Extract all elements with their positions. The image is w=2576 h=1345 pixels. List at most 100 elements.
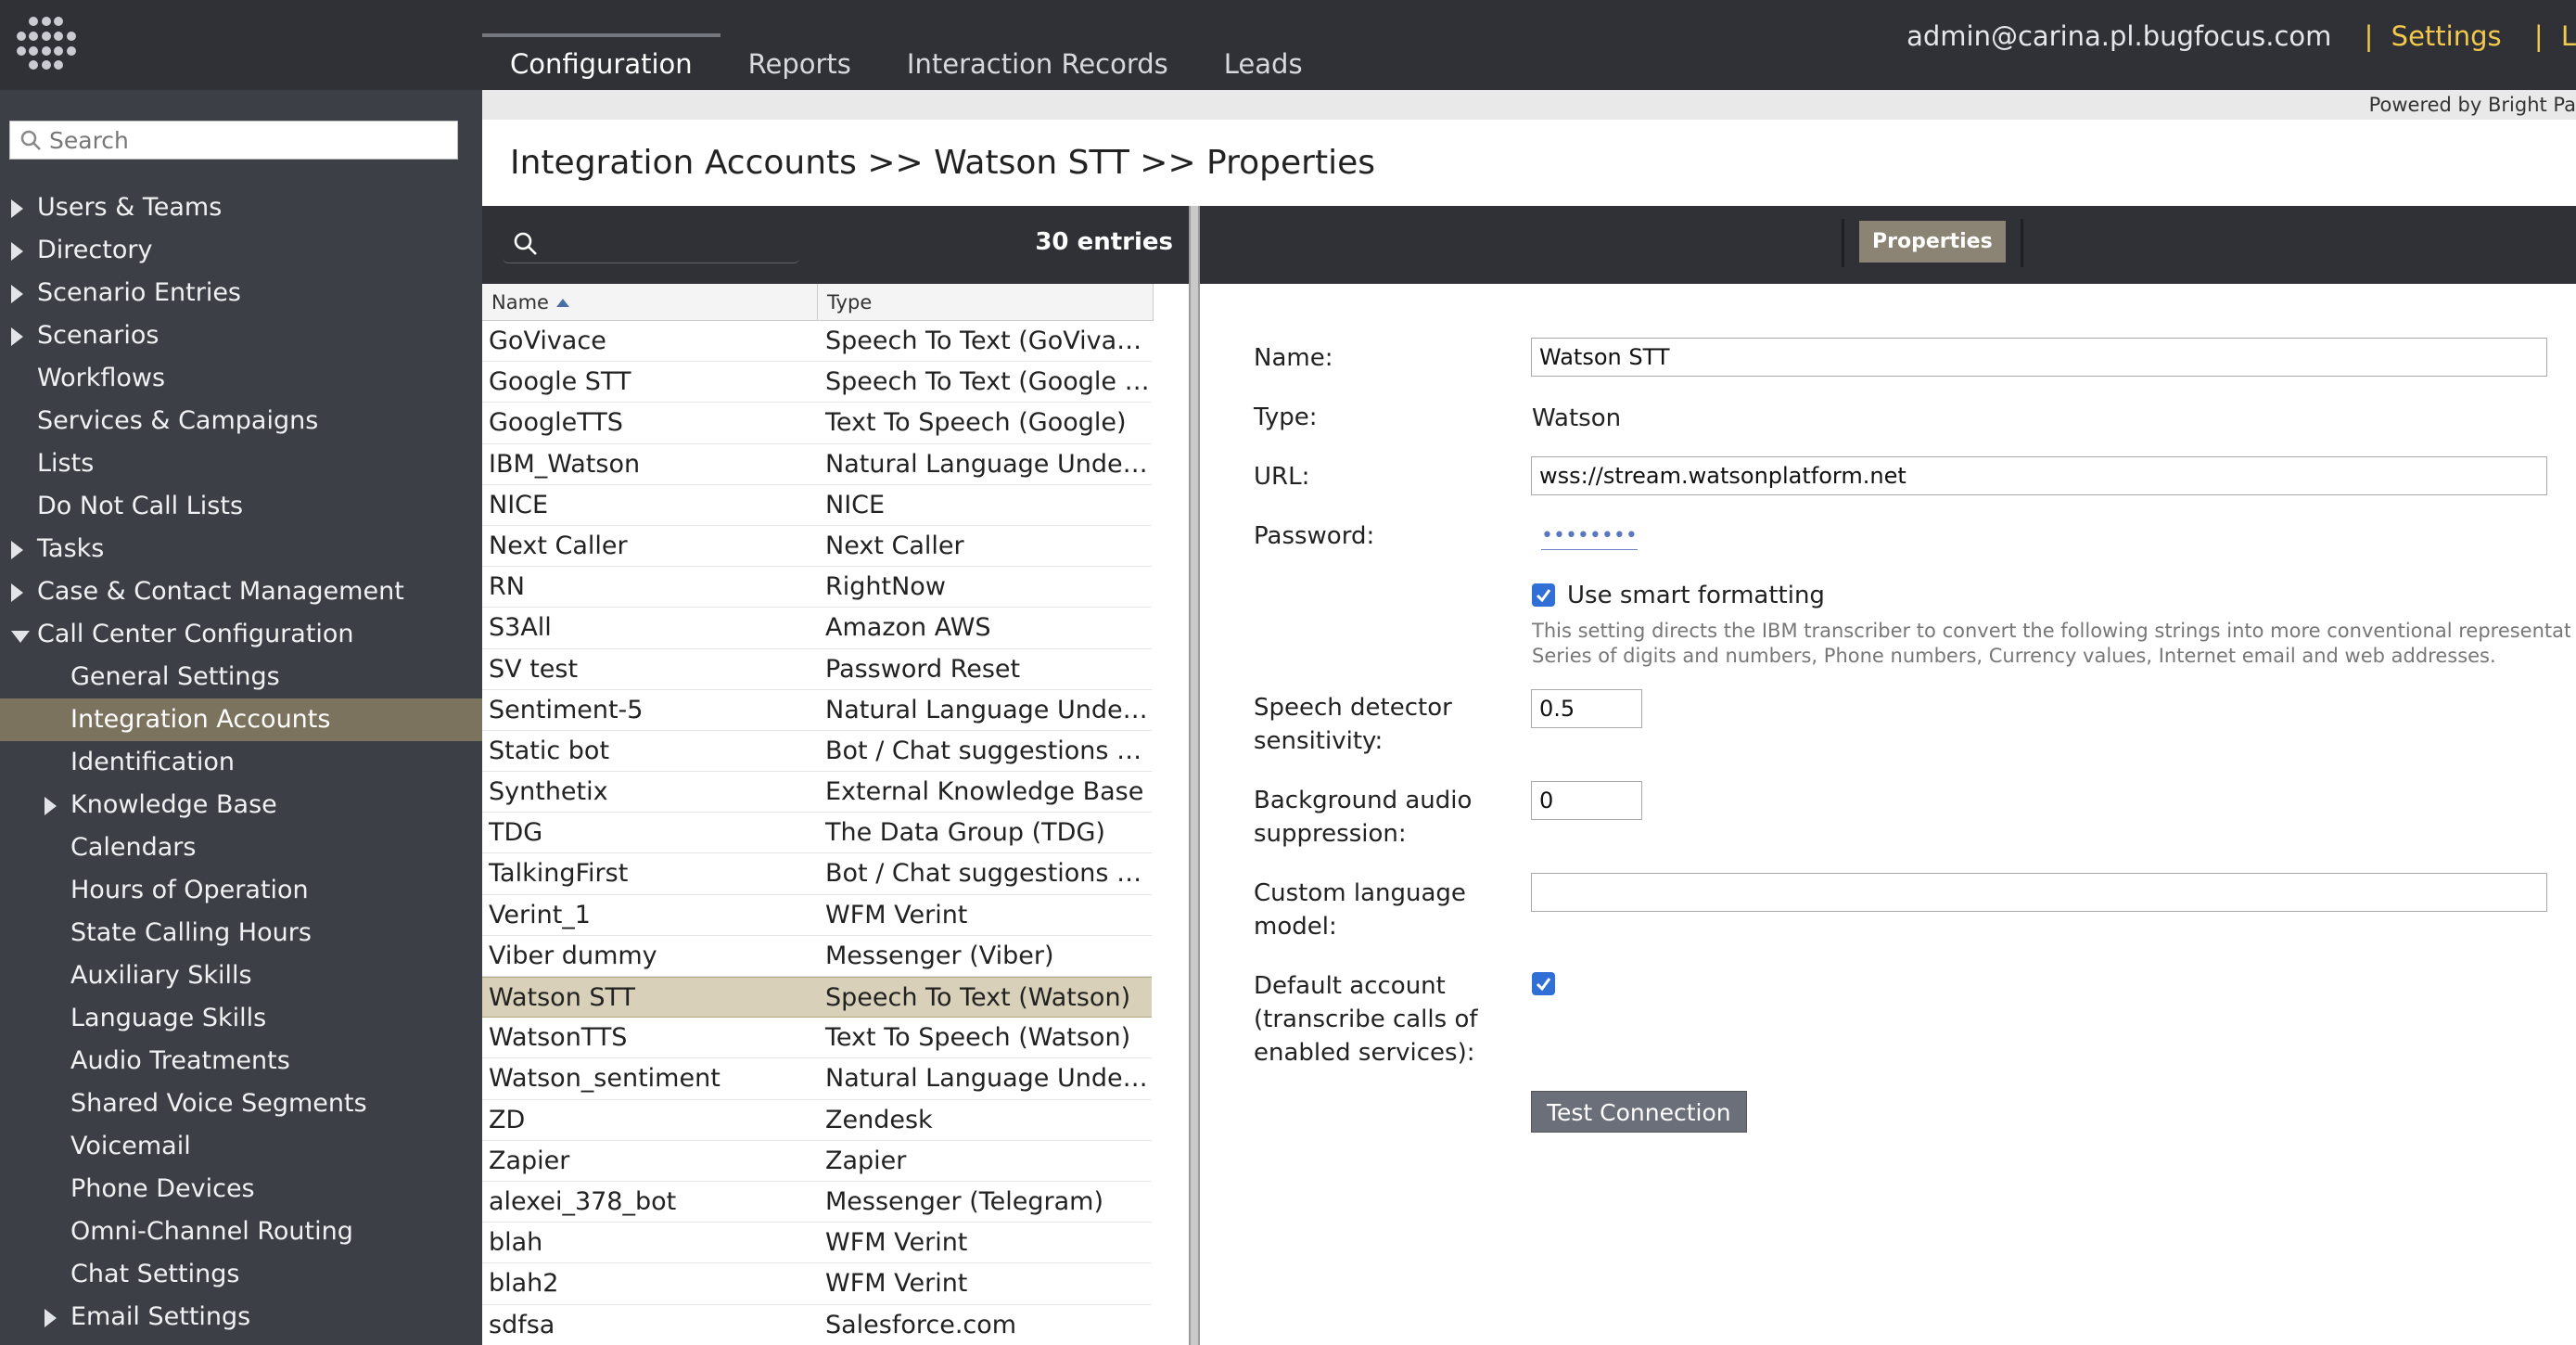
url-field[interactable] <box>1531 456 2547 495</box>
table-row[interactable]: Sentiment-5 Natural Language Unders... <box>482 690 1152 731</box>
tab-interaction-records[interactable]: Interaction Records <box>879 33 1196 90</box>
tab-configuration[interactable]: Configuration <box>482 33 721 90</box>
sidebar-item-scenario-entries[interactable]: Scenario Entries <box>0 272 482 314</box>
column-header-type[interactable]: Type <box>818 284 1154 320</box>
sidebar-item-audio-treatments[interactable]: Audio Treatments <box>0 1040 482 1082</box>
cell-name: Next Caller <box>489 531 628 560</box>
speech-detector-field[interactable] <box>1531 689 1642 728</box>
sidebar-item-directory[interactable]: Directory <box>0 229 482 272</box>
cell-type: Speech To Text (Google sy... <box>825 367 1152 397</box>
tab-reports[interactable]: Reports <box>721 33 879 90</box>
tab-properties[interactable]: Properties <box>1842 219 2023 267</box>
user-email[interactable]: admin@carina.pl.bugfocus.com <box>1906 20 2331 52</box>
name-field[interactable] <box>1531 338 2547 377</box>
sidebar-item-knowledge-base[interactable]: Knowledge Base <box>0 784 482 826</box>
table-row[interactable]: RN RightNow <box>482 567 1152 608</box>
truncated-link[interactable]: L <box>2561 20 2576 52</box>
table-row[interactable]: blah2 WFM Verint <box>482 1263 1152 1305</box>
cell-name: WatsonTTS <box>489 1023 628 1053</box>
default-account-checkbox[interactable] <box>1532 972 1555 995</box>
chevron-right-icon[interactable] <box>11 199 23 218</box>
table-row[interactable]: ZD Zendesk <box>482 1100 1152 1141</box>
sidebar-item-workflows[interactable]: Workflows <box>0 357 482 400</box>
list-search-input[interactable] <box>503 223 799 263</box>
sidebar-item-lists[interactable]: Lists <box>0 442 482 485</box>
sidebar-item-state-calling-hours[interactable]: State Calling Hours <box>0 912 482 954</box>
table-row[interactable]: blah WFM Verint <box>482 1223 1152 1264</box>
sidebar-item-shared-voice-segments[interactable]: Shared Voice Segments <box>0 1082 482 1125</box>
chevron-right-icon[interactable] <box>11 583 23 602</box>
table-row[interactable]: TDG The Data Group (TDG) <box>482 813 1152 854</box>
sidebar-item-chat-settings[interactable]: Chat Settings <box>0 1253 482 1296</box>
table-row[interactable]: sdfsa Salesforce.com <box>482 1305 1152 1345</box>
list-toolbar: 30 entries <box>482 206 1192 284</box>
sidebar-item-case-contact-management[interactable]: Case & Contact Management <box>0 570 482 613</box>
sidebar-item-integration-accounts[interactable]: Integration Accounts <box>0 698 482 741</box>
table-row-selected[interactable]: Watson STT Speech To Text (Watson) <box>482 977 1152 1018</box>
cell-name: sdfsa <box>489 1310 555 1339</box>
table-row[interactable]: Static bot Bot / Chat suggestions en... <box>482 731 1152 773</box>
chevron-right-icon[interactable] <box>45 797 57 815</box>
sidebar-item-hours-of-operation[interactable]: Hours of Operation <box>0 869 482 912</box>
table-row[interactable]: Synthetix External Knowledge Base <box>482 772 1152 813</box>
chevron-right-icon[interactable] <box>11 242 23 261</box>
app-grid-icon[interactable] <box>17 17 76 72</box>
table-row[interactable]: Viber dummy Messenger (Viber) <box>482 936 1152 977</box>
cell-name: Watson_sentiment <box>489 1064 721 1094</box>
sidebar-item-scenarios[interactable]: Scenarios <box>0 314 482 357</box>
sidebar-item-identification[interactable]: Identification <box>0 741 482 784</box>
chevron-right-icon[interactable] <box>11 285 23 303</box>
table-row[interactable]: Zapier Zapier <box>482 1141 1152 1182</box>
table-row[interactable]: WatsonTTS Text To Speech (Watson) <box>482 1018 1152 1059</box>
column-header-name[interactable]: Name <box>482 284 818 320</box>
sidebar-search-input[interactable] <box>49 126 439 154</box>
content-area: Integration Accounts >> Watson STT >> Pr… <box>482 120 2576 1345</box>
chevron-down-icon[interactable] <box>11 631 30 643</box>
table-row[interactable]: S3All Amazon AWS <box>482 608 1152 649</box>
settings-link[interactable]: Settings <box>2391 20 2502 52</box>
panel-splitter[interactable] <box>1189 206 1200 1345</box>
entries-count: 30 entries <box>1035 228 1173 256</box>
table-row[interactable]: TalkingFirst Bot / Chat suggestions en... <box>482 853 1152 895</box>
test-connection-button[interactable]: Test Connection <box>1531 1091 1747 1133</box>
sidebar-item-users-teams[interactable]: Users & Teams <box>0 186 482 229</box>
sidebar-item-general-settings[interactable]: General Settings <box>0 656 482 698</box>
sidebar-item-do-not-call-lists[interactable]: Do Not Call Lists <box>0 485 482 528</box>
table-row[interactable]: GoogleTTS Text To Speech (Google) <box>482 403 1152 444</box>
tab-leads[interactable]: Leads <box>1196 33 1331 90</box>
password-label: Password: <box>1254 522 1375 550</box>
sidebar-item-phone-devices[interactable]: Phone Devices <box>0 1168 482 1210</box>
cell-type: Zapier <box>825 1146 907 1175</box>
sidebar-item-call-center-configuration[interactable]: Call Center Configuration <box>0 613 482 656</box>
sidebar-item-language-skills[interactable]: Language Skills <box>0 997 482 1040</box>
sidebar-search <box>9 121 458 160</box>
bg-audio-field[interactable] <box>1531 781 1642 820</box>
password-field[interactable]: •••••••• <box>1541 524 1638 550</box>
table-row[interactable]: alexei_378_bot Messenger (Telegram) <box>482 1182 1152 1223</box>
custom-language-field[interactable] <box>1531 873 2547 912</box>
cell-name: Verint_1 <box>489 900 591 929</box>
chevron-right-icon[interactable] <box>11 541 23 559</box>
sidebar: Users & Teams Directory Scenario Entries… <box>0 90 482 1345</box>
smart-formatting-checkbox[interactable] <box>1532 583 1555 607</box>
sidebar-item-services-campaigns[interactable]: Services & Campaigns <box>0 400 482 442</box>
chevron-right-icon[interactable] <box>45 1309 57 1327</box>
sidebar-item-email-settings[interactable]: Email Settings <box>0 1296 482 1339</box>
cell-name: Google STT <box>489 367 631 397</box>
type-value: Watson <box>1532 404 1622 432</box>
table-row[interactable]: IBM_Watson Natural Language Unders... <box>482 444 1152 485</box>
sidebar-item-calendars[interactable]: Calendars <box>0 826 482 869</box>
table-row[interactable]: Google STT Speech To Text (Google sy... <box>482 362 1152 404</box>
table-row[interactable]: GoVivace Speech To Text (GoVivace) <box>482 321 1152 363</box>
sidebar-item-tasks[interactable]: Tasks <box>0 528 482 570</box>
table-row[interactable]: Watson_sentiment Natural Language Unders.… <box>482 1058 1152 1100</box>
sidebar-item-omni-channel-routing[interactable]: Omni-Channel Routing <box>0 1210 482 1253</box>
table-row[interactable]: Next Caller Next Caller <box>482 526 1152 568</box>
chevron-right-icon[interactable] <box>11 327 23 346</box>
cell-type: Natural Language Unders... <box>825 1064 1152 1094</box>
table-row[interactable]: SV test Password Reset <box>482 649 1152 690</box>
table-row[interactable]: NICE NICE <box>482 485 1152 526</box>
sidebar-item-voicemail[interactable]: Voicemail <box>0 1125 482 1168</box>
sidebar-item-auxiliary-skills[interactable]: Auxiliary Skills <box>0 954 482 997</box>
table-row[interactable]: Verint_1 WFM Verint <box>482 895 1152 936</box>
